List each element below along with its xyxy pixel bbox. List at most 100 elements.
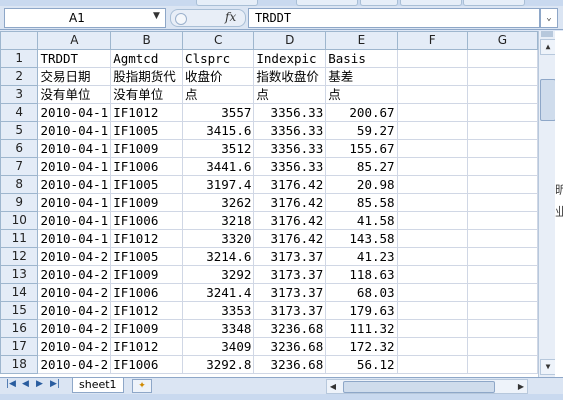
cell-f5[interactable] <box>396 121 468 140</box>
cell-a14[interactable]: 2010-04-2 <box>37 283 112 302</box>
cell-c11[interactable]: 3320 <box>182 229 255 248</box>
cell-e1[interactable]: Basis <box>325 49 398 68</box>
cell-b8[interactable]: IF1005 <box>110 175 184 194</box>
expand-formula-bar-icon[interactable]: ⌄ <box>540 8 558 28</box>
cell-a7[interactable]: 2010-04-1 <box>37 157 112 176</box>
name-box[interactable]: A1 ▼ <box>4 8 166 28</box>
row-header[interactable]: 4 <box>0 103 39 122</box>
cell-f9[interactable] <box>396 193 468 212</box>
cell-b18[interactable]: IF1006 <box>110 355 184 374</box>
cell-d3[interactable]: 点 <box>253 85 327 104</box>
cell-a2[interactable]: 交易日期 <box>37 67 112 86</box>
cell-a13[interactable]: 2010-04-2 <box>37 265 112 284</box>
cell-e2[interactable]: 基差 <box>325 67 398 86</box>
cell-d16[interactable]: 3236.68 <box>253 319 327 338</box>
cell-a18[interactable]: 2010-04-2 <box>37 355 112 374</box>
cell-g18[interactable] <box>466 355 538 374</box>
sheet-tab-sheet1[interactable]: sheet1 <box>72 378 124 393</box>
row-header[interactable]: 17 <box>0 337 39 356</box>
cell-a16[interactable]: 2010-04-2 <box>37 319 112 338</box>
cell-f18[interactable] <box>396 355 468 374</box>
cell-g10[interactable] <box>466 211 538 230</box>
cell-f12[interactable] <box>396 247 468 266</box>
cell-g13[interactable] <box>466 265 538 284</box>
cell-c12[interactable]: 3214.6 <box>182 247 255 266</box>
insert-sheet-icon[interactable]: ✦ <box>132 379 152 393</box>
column-header-d[interactable]: D <box>253 31 327 50</box>
cell-f11[interactable] <box>396 229 468 248</box>
horizontal-scroll-thumb[interactable] <box>343 381 495 393</box>
cell-c7[interactable]: 3441.6 <box>182 157 255 176</box>
cell-d13[interactable]: 3173.37 <box>253 265 327 284</box>
cell-e16[interactable]: 111.32 <box>325 319 398 338</box>
cell-g3[interactable] <box>466 85 538 104</box>
cell-d2[interactable]: 指数收盘价 <box>253 67 327 86</box>
row-header[interactable]: 3 <box>0 85 39 104</box>
cell-a9[interactable]: 2010-04-1 <box>37 193 112 212</box>
cell-b14[interactable]: IF1006 <box>110 283 184 302</box>
cell-c4[interactable]: 3557 <box>182 103 255 122</box>
cell-g11[interactable] <box>466 229 538 248</box>
column-header-a[interactable]: A <box>37 31 112 50</box>
cell-g4[interactable] <box>466 103 538 122</box>
cell-f17[interactable] <box>396 337 468 356</box>
scroll-up-icon[interactable]: ▲ <box>540 39 556 55</box>
cell-f3[interactable] <box>396 85 468 104</box>
cell-c10[interactable]: 3218 <box>182 211 255 230</box>
cell-f15[interactable] <box>396 301 468 320</box>
cell-b2[interactable]: 股指期货代 <box>110 67 184 86</box>
cell-c9[interactable]: 3262 <box>182 193 255 212</box>
cell-g12[interactable] <box>466 247 538 266</box>
cell-a10[interactable]: 2010-04-1 <box>37 211 112 230</box>
cell-e9[interactable]: 85.58 <box>325 193 398 212</box>
cell-d10[interactable]: 3176.42 <box>253 211 327 230</box>
cell-f14[interactable] <box>396 283 468 302</box>
cell-d4[interactable]: 3356.33 <box>253 103 327 122</box>
cell-d7[interactable]: 3356.33 <box>253 157 327 176</box>
cell-b9[interactable]: IF1009 <box>110 193 184 212</box>
scroll-right-icon[interactable]: ▶ <box>515 380 527 393</box>
cell-a4[interactable]: 2010-04-1 <box>37 103 112 122</box>
cell-b3[interactable]: 没有单位 <box>110 85 184 104</box>
cell-a1[interactable]: TRDDT <box>37 49 112 68</box>
cell-a12[interactable]: 2010-04-2 <box>37 247 112 266</box>
cell-e15[interactable]: 179.63 <box>325 301 398 320</box>
row-header[interactable]: 1 <box>0 49 39 68</box>
cell-g6[interactable] <box>466 139 538 158</box>
cell-c8[interactable]: 3197.4 <box>182 175 255 194</box>
cell-f13[interactable] <box>396 265 468 284</box>
select-all-corner[interactable] <box>0 31 39 50</box>
cell-c6[interactable]: 3512 <box>182 139 255 158</box>
row-header[interactable]: 13 <box>0 265 39 284</box>
cell-d8[interactable]: 3176.42 <box>253 175 327 194</box>
resize-handle-icon[interactable] <box>175 13 187 25</box>
cell-d14[interactable]: 3173.37 <box>253 283 327 302</box>
cell-d1[interactable]: Indexpic <box>253 49 327 68</box>
cell-g8[interactable] <box>466 175 538 194</box>
row-header[interactable]: 12 <box>0 247 39 266</box>
cell-d5[interactable]: 3356.33 <box>253 121 327 140</box>
cell-b10[interactable]: IF1006 <box>110 211 184 230</box>
cell-c14[interactable]: 3241.4 <box>182 283 255 302</box>
cell-g16[interactable] <box>466 319 538 338</box>
cell-g9[interactable] <box>466 193 538 212</box>
cell-b12[interactable]: IF1005 <box>110 247 184 266</box>
cell-a6[interactable]: 2010-04-1 <box>37 139 112 158</box>
cell-d18[interactable]: 3236.68 <box>253 355 327 374</box>
cell-d12[interactable]: 3173.37 <box>253 247 327 266</box>
formula-input[interactable]: TRDDT <box>248 8 540 28</box>
split-handle[interactable] <box>541 31 553 37</box>
row-header[interactable]: 8 <box>0 175 39 194</box>
cell-b16[interactable]: IF1009 <box>110 319 184 338</box>
cell-d11[interactable]: 3176.42 <box>253 229 327 248</box>
cell-g14[interactable] <box>466 283 538 302</box>
cell-c2[interactable]: 收盘价 <box>182 67 255 86</box>
cell-c17[interactable]: 3409 <box>182 337 255 356</box>
cell-g5[interactable] <box>466 121 538 140</box>
cell-a5[interactable]: 2010-04-1 <box>37 121 112 140</box>
cell-a11[interactable]: 2010-04-1 <box>37 229 112 248</box>
cell-c5[interactable]: 3415.6 <box>182 121 255 140</box>
cell-f16[interactable] <box>396 319 468 338</box>
cell-g15[interactable] <box>466 301 538 320</box>
cell-f1[interactable] <box>396 49 468 68</box>
